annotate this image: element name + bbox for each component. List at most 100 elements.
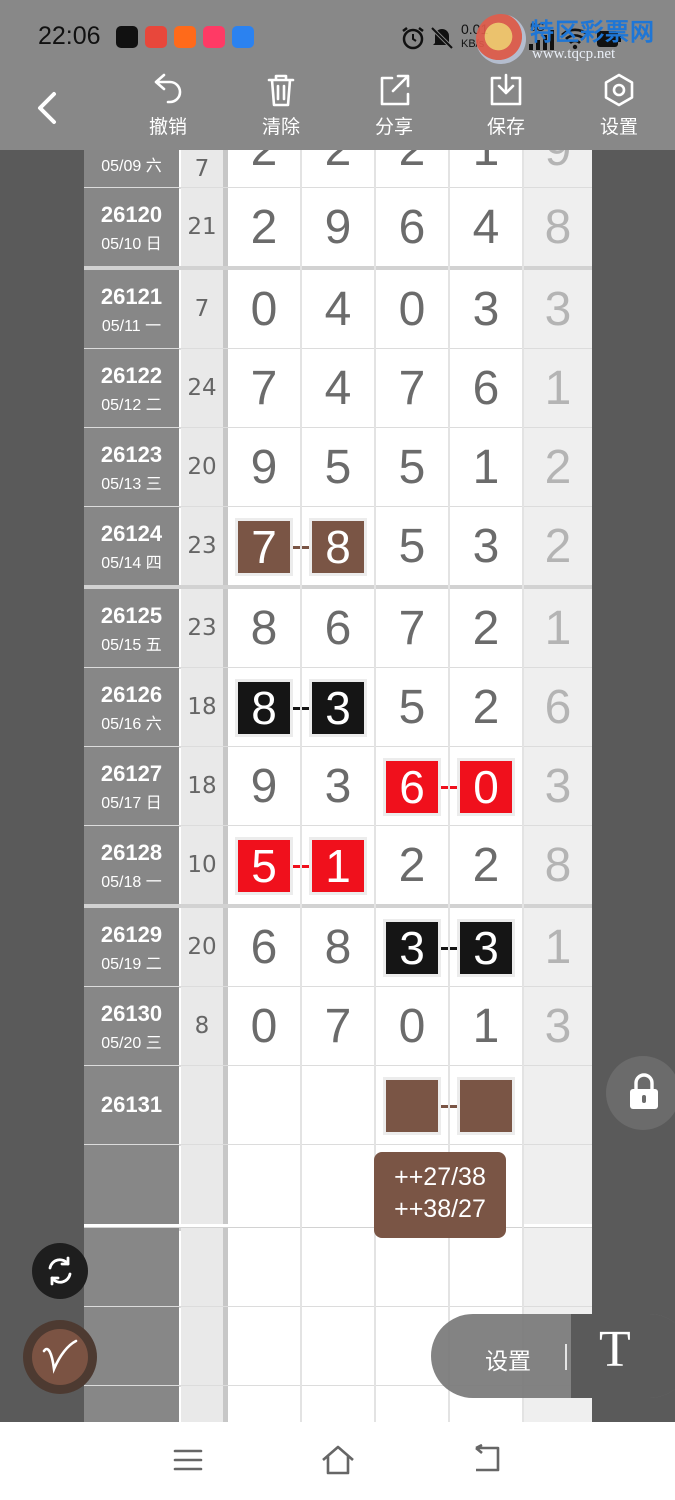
digit-cell[interactable] [376, 1228, 448, 1307]
pen-button[interactable] [23, 1320, 97, 1394]
tooltip-line: ++27/38 [394, 1163, 486, 1191]
digit-cell[interactable]: 2 [228, 188, 300, 267]
digit-cell[interactable] [302, 1145, 374, 1224]
digit-cell[interactable]: 3 [302, 747, 374, 826]
digit-cell[interactable]: 6 [228, 908, 300, 987]
digit-cell[interactable]: 2 [302, 150, 374, 188]
highlight-box[interactable]: 7 [238, 521, 290, 573]
issue-cell: 26124 05/14 四 [84, 507, 179, 586]
digit-cell[interactable]: 7 [302, 987, 374, 1066]
digit-cell[interactable] [302, 1307, 374, 1386]
digit-cell[interactable]: 5 [376, 428, 448, 507]
system-nav-bar [0, 1422, 675, 1500]
digit-cell[interactable]: 4 [302, 270, 374, 349]
sum-cell: 20 [181, 908, 223, 987]
digit-cell[interactable]: 2 [376, 826, 448, 905]
issue-number: 26126 [100, 682, 163, 707]
text-settings-pill[interactable]: 设置 T [431, 1314, 675, 1398]
digit-cell[interactable]: 4 [302, 349, 374, 428]
undo-button[interactable]: 撤销 [128, 72, 208, 148]
highlight-box[interactable]: 3 [312, 682, 364, 734]
digit-cell[interactable]: 2 [450, 826, 522, 905]
sum-cell: 18 [181, 747, 223, 826]
issue-cell: 26131 [84, 1066, 179, 1145]
lottery-board[interactable]: 05/09 六7222192612005/10 日21296482612105/… [84, 150, 592, 1422]
digit-cell[interactable]: 5 [376, 507, 448, 586]
digit-cell[interactable] [450, 1228, 522, 1307]
digit-cell[interactable]: 0 [228, 270, 300, 349]
highlight-box[interactable] [460, 1080, 512, 1132]
home-icon[interactable] [320, 1444, 356, 1476]
save-button[interactable]: 保存 [466, 72, 546, 148]
digit-cell[interactable]: 7 [376, 349, 448, 428]
highlight-box[interactable]: 5 [238, 840, 290, 892]
digit-cell[interactable]: 5 [376, 668, 448, 747]
sum-cell: 20 [181, 428, 223, 507]
menu-icon[interactable] [172, 1444, 204, 1476]
text-tool-button[interactable]: T [571, 1314, 675, 1398]
digit-cell[interactable] [228, 1386, 300, 1422]
digit-cell[interactable]: 7 [376, 589, 448, 668]
digit-cell[interactable]: 1 [450, 150, 522, 188]
digit-cell[interactable] [302, 1228, 374, 1307]
digit-cell[interactable]: 4 [450, 188, 522, 267]
back-icon[interactable] [470, 1444, 504, 1476]
lock-button[interactable] [606, 1056, 675, 1130]
digit-cell[interactable]: 0 [376, 270, 448, 349]
issue-number: 26125 [100, 603, 163, 628]
digit-cell[interactable]: 3 [450, 507, 522, 586]
digit-cell[interactable]: 9 [228, 747, 300, 826]
draw-row: 26130 05/20 三807013 [84, 987, 592, 1066]
draw-row: 26122 05/12 二 24 7 4 7 6 1 [84, 349, 592, 428]
highlight-box[interactable]: 3 [386, 922, 438, 974]
alarm-icon [402, 27, 424, 50]
digit-cell[interactable]: 3 [450, 270, 522, 349]
digit-cell[interactable]: 1 [450, 987, 522, 1066]
digit-cell[interactable]: 2 [450, 589, 522, 668]
digit-cell[interactable]: 2 [376, 150, 448, 188]
highlight-box[interactable]: 3 [460, 922, 512, 974]
clear-button[interactable]: 清除 [241, 72, 321, 148]
digit-cell[interactable]: 2 [228, 150, 300, 188]
digit-cell[interactable] [228, 1145, 300, 1224]
highlight-box[interactable]: 6 [386, 761, 438, 813]
highlight-box[interactable]: 8 [238, 682, 290, 734]
back-arrow-icon[interactable] [30, 88, 66, 128]
highlight-box[interactable]: 8 [312, 521, 364, 573]
digit-cell[interactable]: 6 [302, 589, 374, 668]
pill-settings-label[interactable]: 设置 [485, 1342, 531, 1376]
digit-cell[interactable] [228, 1307, 300, 1386]
digit-cell[interactable] [228, 1228, 300, 1307]
digit-cell[interactable] [302, 1386, 374, 1422]
sum-cell: 23 [181, 589, 223, 668]
digit-cell[interactable]: 6 [450, 349, 522, 428]
digit-cell[interactable] [376, 1386, 448, 1422]
digit-cell[interactable]: 9 [302, 188, 374, 267]
share-button[interactable]: 分享 [354, 72, 434, 148]
empty-row [84, 1145, 592, 1224]
grid-line [300, 150, 302, 1422]
digit-cell[interactable]: 8 [228, 589, 300, 668]
watermark-url: www.tqcp.net [532, 46, 616, 62]
digit-cell[interactable]: 7 [228, 349, 300, 428]
digit-cell[interactable] [302, 1066, 374, 1145]
issue-number: 26121 [100, 284, 163, 309]
highlight-box[interactable]: 0 [460, 761, 512, 813]
digit-cell[interactable]: 9 [228, 428, 300, 507]
highlight-box[interactable] [386, 1080, 438, 1132]
sum-cell [181, 1228, 223, 1307]
issue-cell [84, 1307, 179, 1386]
digit-cell[interactable]: 0 [376, 987, 448, 1066]
settings-button[interactable]: 设置 [579, 72, 659, 148]
partial-row: 05/09 六722219 [84, 150, 592, 188]
digit-cell[interactable]: 5 [302, 428, 374, 507]
highlight-box[interactable]: 1 [312, 840, 364, 892]
digit-cell[interactable]: 8 [302, 908, 374, 987]
digit-cell[interactable]: 6 [376, 188, 448, 267]
digit-cell[interactable]: 2 [450, 668, 522, 747]
refresh-button[interactable] [32, 1243, 88, 1299]
digit-cell[interactable] [228, 1066, 300, 1145]
digit-cell[interactable]: 0 [228, 987, 300, 1066]
digit-cell[interactable]: 1 [450, 428, 522, 507]
xiaohongshu-icon [203, 26, 225, 48]
